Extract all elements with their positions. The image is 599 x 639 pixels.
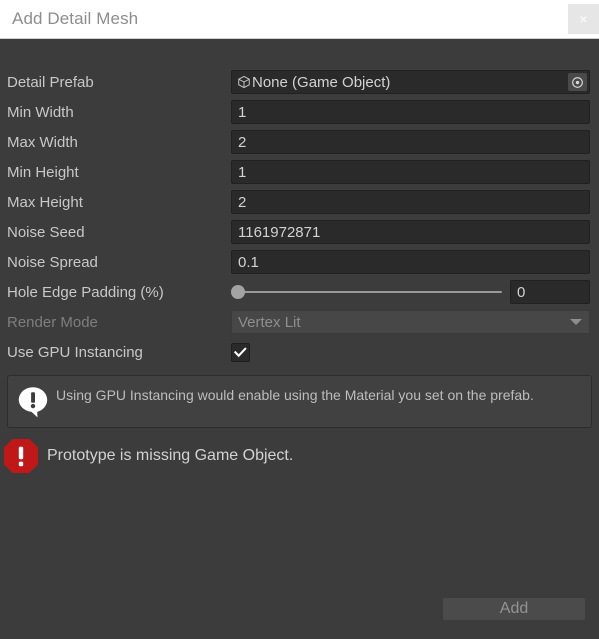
close-button[interactable]: ×	[568, 4, 599, 34]
row-max-height: Max Height 2	[0, 187, 595, 217]
dialog-footer: Add	[0, 597, 599, 639]
label-max-width: Max Width	[7, 133, 78, 151]
error-octagon-icon	[4, 439, 38, 473]
field-noise-spread: 0.1	[231, 250, 595, 274]
label-noise-spread: Noise Spread	[7, 253, 98, 271]
noise-seed-value: 1161972871	[238, 223, 321, 241]
row-hole-edge-padding: Hole Edge Padding (%) 0	[0, 277, 595, 307]
info-speech-bubble-icon	[18, 387, 48, 418]
object-picker-button[interactable]	[568, 73, 587, 91]
label-use-gpu-instancing: Use GPU Instancing	[7, 343, 143, 361]
slider-track	[238, 291, 502, 293]
hole-edge-padding-slider[interactable]	[231, 284, 502, 300]
render-mode-value: Vertex Lit	[238, 313, 301, 331]
label-render-mode: Render Mode	[7, 313, 98, 331]
row-min-width: Min Width 1	[0, 97, 595, 127]
field-max-height: 2	[231, 190, 595, 214]
row-noise-spread: Noise Spread 0.1	[0, 247, 595, 277]
max-height-input[interactable]: 2	[231, 190, 590, 214]
noise-spread-value: 0.1	[238, 253, 259, 271]
hole-edge-padding-slider-wrap: 0	[231, 280, 590, 304]
row-detail-prefab: Detail Prefab None (Game Object)	[0, 67, 595, 97]
field-use-gpu-instancing	[231, 342, 595, 362]
chevron-down-icon	[570, 319, 582, 325]
label-min-height: Min Height	[7, 163, 79, 181]
window-title: Add Detail Mesh	[12, 9, 139, 28]
row-max-width: Max Width 2	[0, 127, 595, 157]
field-min-height: 1	[231, 160, 595, 184]
render-mode-dropdown[interactable]: Vertex Lit	[231, 310, 590, 334]
property-rows: Detail Prefab None (Game Object) Min Wid…	[0, 67, 599, 367]
min-width-value: 1	[238, 103, 247, 121]
error-message-text: Prototype is missing Game Object.	[47, 447, 294, 464]
min-height-value: 1	[238, 163, 247, 181]
field-min-width: 1	[231, 100, 595, 124]
window-titlebar: Add Detail Mesh ×	[0, 0, 599, 39]
hole-edge-padding-value: 0	[517, 283, 526, 301]
noise-seed-input[interactable]: 1161972871	[231, 220, 590, 244]
label-hole-edge-padding: Hole Edge Padding (%)	[7, 283, 164, 301]
use-gpu-instancing-checkbox[interactable]	[231, 342, 250, 362]
object-picker-circle-icon	[572, 76, 583, 88]
add-detail-mesh-dialog: Add Detail Mesh × Detail Prefab None (Ga…	[0, 0, 599, 639]
game-object-cube-icon	[238, 75, 250, 89]
noise-spread-input[interactable]: 0.1	[231, 250, 590, 274]
min-width-input[interactable]: 1	[231, 100, 590, 124]
field-noise-seed: 1161972871	[231, 220, 595, 244]
dialog-body: Detail Prefab None (Game Object) Min Wid…	[0, 39, 599, 639]
max-width-value: 2	[238, 133, 247, 151]
add-button[interactable]: Add	[442, 597, 586, 621]
max-height-value: 2	[238, 193, 247, 211]
gpu-instancing-helpbox: Using GPU Instancing would enable using …	[7, 375, 592, 428]
field-render-mode: Vertex Lit	[231, 310, 595, 334]
max-width-input[interactable]: 2	[231, 130, 590, 154]
hole-edge-padding-input[interactable]: 0	[510, 280, 590, 304]
checkmark-icon	[234, 346, 247, 357]
label-noise-seed: Noise Seed	[7, 223, 85, 241]
row-noise-seed: Noise Seed 1161972871	[0, 217, 595, 247]
close-x-icon: ×	[579, 11, 588, 27]
detail-prefab-value: None (Game Object)	[252, 73, 391, 91]
row-use-gpu-instancing: Use GPU Instancing	[0, 337, 595, 367]
label-detail-prefab: Detail Prefab	[7, 73, 94, 91]
row-render-mode: Render Mode Vertex Lit	[0, 307, 595, 337]
add-button-label: Add	[499, 600, 529, 617]
gpu-instancing-help-text: Using GPU Instancing would enable using …	[56, 387, 534, 403]
slider-handle[interactable]	[231, 285, 245, 299]
row-min-height: Min Height 1	[0, 157, 595, 187]
detail-prefab-object-field[interactable]: None (Game Object)	[231, 70, 590, 94]
label-min-width: Min Width	[7, 103, 74, 121]
error-message-row: Prototype is missing Game Object.	[0, 436, 599, 476]
field-detail-prefab: None (Game Object)	[231, 70, 595, 94]
label-max-height: Max Height	[7, 193, 83, 211]
min-height-input[interactable]: 1	[231, 160, 590, 184]
field-hole-edge-padding: 0	[231, 280, 595, 304]
field-max-width: 2	[231, 130, 595, 154]
